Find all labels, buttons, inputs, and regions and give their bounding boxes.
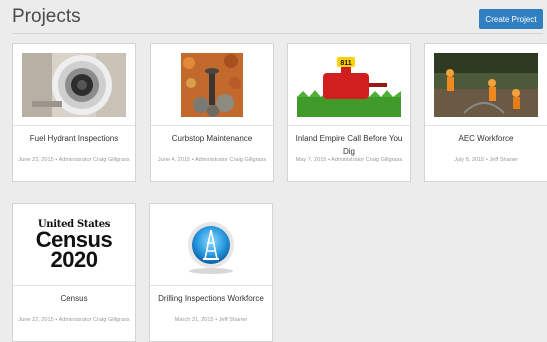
drilling-rig-icon	[159, 213, 263, 277]
census-logo: United States Census 2020	[22, 213, 126, 277]
project-thumbnail[interactable]	[151, 44, 273, 126]
page-header: Projects Create Project	[0, 0, 547, 34]
project-thumbnail[interactable]	[13, 44, 135, 126]
census-logo-line-3: 2020	[50, 246, 98, 272]
project-title[interactable]: Curbstop Maintenance	[155, 132, 269, 145]
project-thumbnail[interactable]: United States Census 2020	[13, 204, 135, 286]
project-card[interactable]: AEC Workforce July 8, 2015 • Jeff Shaner	[424, 43, 547, 182]
curbstop-photo	[181, 52, 243, 117]
create-project-button[interactable]: Create Project	[479, 9, 543, 29]
project-meta: June 4, 2015 • Administrator Craig Gillg…	[157, 157, 267, 163]
project-card[interactable]: Curbstop Maintenance June 4, 2015 • Admi…	[150, 43, 274, 182]
project-meta: June 23, 2015 • Administrator Craig Gill…	[18, 157, 130, 163]
project-title[interactable]: Census	[17, 292, 131, 305]
project-card[interactable]: United States Census 2020 Census June 22…	[12, 203, 136, 342]
fuel-hydrant-photo	[22, 52, 126, 117]
call-before-you-dig-photo: 811	[297, 52, 401, 117]
project-card[interactable]: Drilling Inspections Workforce March 31,…	[149, 203, 273, 342]
project-thumbnail[interactable]: 811	[288, 44, 410, 126]
aec-workforce-photo	[434, 52, 538, 117]
project-card[interactable]: Fuel Hydrant Inspections June 23, 2015 •…	[12, 43, 136, 182]
project-meta: June 22, 2015 • Administrator Craig Gill…	[18, 317, 130, 323]
project-thumbnail[interactable]	[425, 44, 547, 126]
project-title[interactable]: Drilling Inspections Workforce	[154, 292, 268, 305]
page-title: Projects	[12, 6, 81, 27]
project-card[interactable]: 811 Inland Empire Call Before You Dig Ma…	[287, 43, 411, 182]
project-title[interactable]: Fuel Hydrant Inspections	[17, 132, 131, 145]
project-title[interactable]: AEC Workforce	[429, 132, 543, 145]
project-meta: July 8, 2015 • Jeff Shaner	[454, 157, 518, 163]
project-thumbnail[interactable]	[150, 204, 272, 286]
header-divider	[12, 33, 543, 34]
project-title[interactable]: Inland Empire Call Before You Dig	[292, 132, 406, 158]
project-meta: May 7, 2015 • Administrator Craig Gillgr…	[295, 157, 403, 163]
badge-811: 811	[340, 60, 351, 67]
project-meta: March 31, 2015 • Jeff Shaner	[174, 317, 248, 323]
